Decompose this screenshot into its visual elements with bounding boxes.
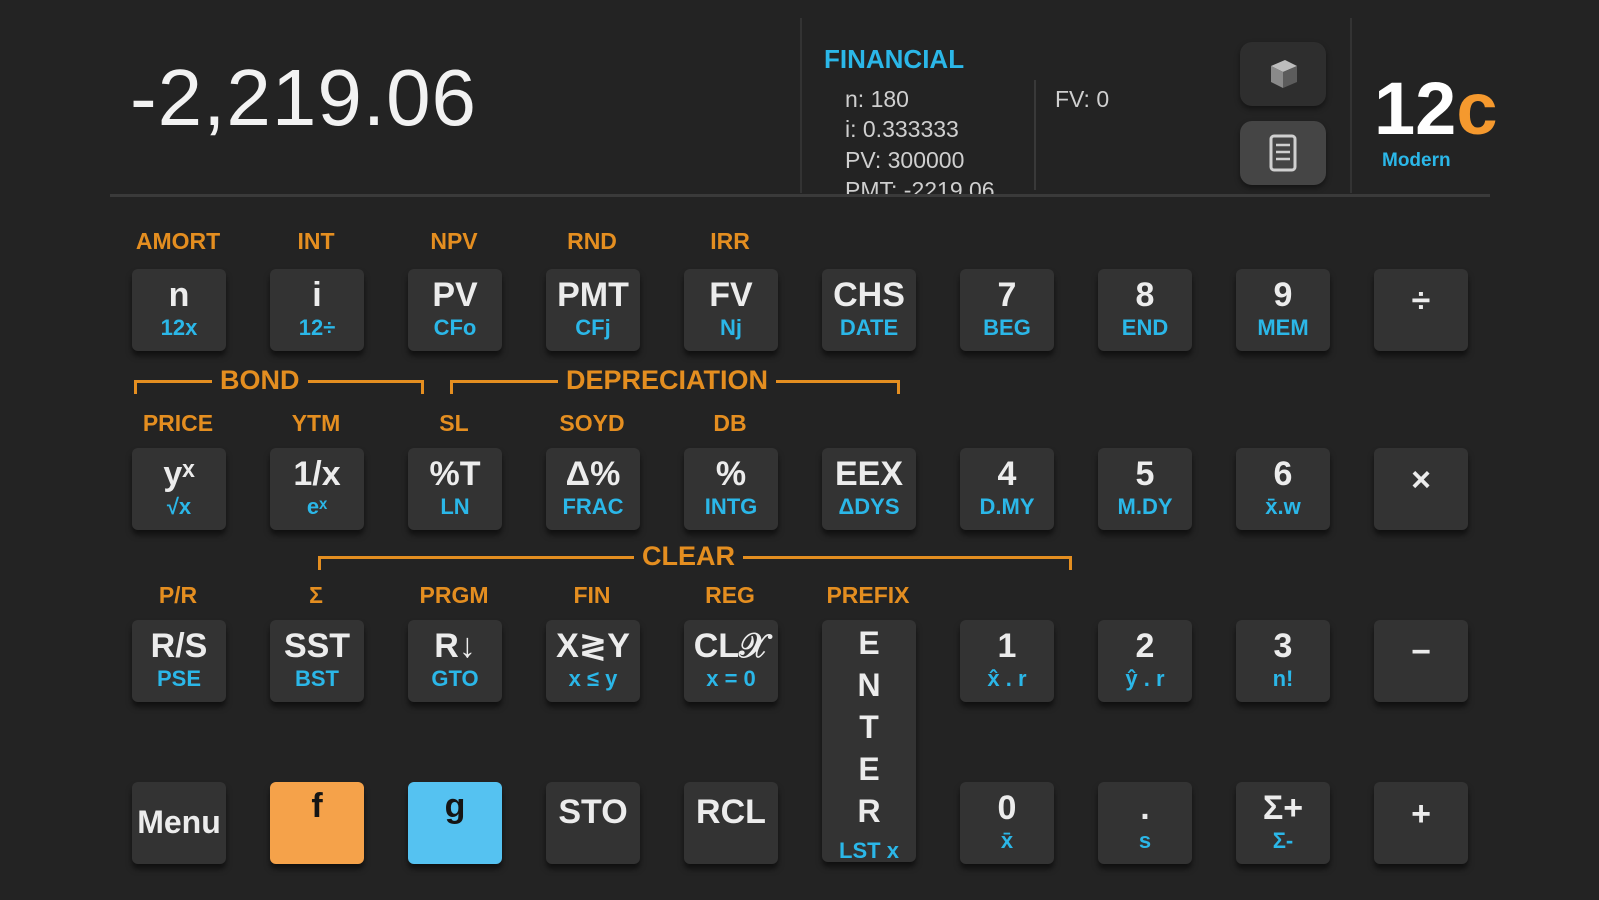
f-label-soyd: SOYD [559,410,625,436]
document-icon [1269,134,1297,172]
key-eex[interactable]: EEX ΔDYS [822,448,916,530]
app-logo-subtitle: Modern [1382,150,1451,171]
key-add[interactable]: + [1374,782,1468,864]
key-sto[interactable]: STO [546,782,640,864]
key-7[interactable]: 7 BEG [960,269,1054,351]
key-reciprocal[interactable]: 1/x eˣ [270,448,364,530]
key-rcl[interactable]: RCL [684,782,778,864]
financial-registers-title: FINANCIAL [824,44,965,74]
app-logo: 12c [1374,67,1498,150]
display-separator [800,18,802,193]
key-percent-total[interactable]: %T LN [408,448,502,530]
cube-button[interactable] [1240,42,1326,106]
logo-separator [1350,18,1352,193]
key-9[interactable]: 9 MEM [1236,269,1330,351]
key-0[interactable]: 0 x̄ [960,782,1054,864]
key-4[interactable]: 4 D.MY [960,448,1054,530]
key-clear-x[interactable]: CL𝒳 x = 0 [684,620,778,702]
f-label-reg: REG [705,582,755,608]
key-n[interactable]: n 12x [132,269,226,351]
register-i: i: 0.333333 [845,116,959,142]
key-enter[interactable]: E N T E R LST x [822,620,916,863]
register-pmt: PMT: -2219.06 [845,177,995,195]
key-8[interactable]: 8 END [1098,269,1192,351]
f-label-sigma: Σ [309,582,323,608]
key-roll-down[interactable]: R↓ GTO [408,620,502,702]
f-label-pr: P/R [158,582,198,608]
register-separator [1034,80,1036,190]
key-pmt[interactable]: PMT CFj [546,269,640,351]
register-pv: PV: 300000 [845,147,965,173]
f-label-db: DB [713,410,747,436]
key-2[interactable]: 2ŷ . r [1098,620,1192,702]
display-divider [110,194,1490,197]
f-label-prefix: PREFIX [826,582,910,608]
cube-icon [1271,60,1297,88]
key-i[interactable]: i 12÷ [270,269,364,351]
key-f-shift[interactable]: f [270,782,364,864]
f-label-amort: AMORT [135,228,221,254]
key-percent[interactable]: % INTG [684,448,778,530]
key-1[interactable]: 1 x̂ . r [960,620,1054,702]
key-3[interactable]: 3 n! [1236,620,1330,702]
key-fv[interactable]: FV Nj [684,269,778,351]
key-divide[interactable]: ÷ [1374,269,1468,351]
key-multiply[interactable]: × [1374,448,1468,530]
key-sst[interactable]: SST BST [270,620,364,702]
key-sigma-plus[interactable]: Σ+ Σ- [1236,782,1330,864]
f-label-ytm: YTM [291,410,341,436]
key-chs[interactable]: CHS DATE [822,269,916,351]
key-pv[interactable]: PV CFo [408,269,502,351]
f-label-rnd: RND [567,228,617,254]
key-x-exchange-y[interactable]: X≷Y x ≤ y [546,620,640,702]
display-value: -2,219.06 [130,53,478,142]
key-g-shift[interactable]: g [408,782,502,864]
key-delta-percent[interactable]: Δ% FRAC [546,448,640,530]
f-label-price: PRICE [142,410,214,436]
clear-bracket-title: CLEAR [634,541,743,572]
key-y-power-x[interactable]: yˣ √x [132,448,226,530]
depreciation-bracket-title: DEPRECIATION [558,365,777,396]
key-subtract[interactable]: − [1374,620,1468,702]
f-label-sl: SL [439,410,469,436]
key-run-stop[interactable]: R/S PSE [132,620,226,702]
key-6[interactable]: 6 x̄.w [1236,448,1330,530]
f-label-prgm: PRGM [419,582,489,608]
menu-button[interactable]: Menu [132,782,226,864]
f-label-npv: NPV [430,228,478,254]
key-5[interactable]: 5 M.DY [1098,448,1192,530]
register-n: n: 180 [845,86,909,112]
paper-tape-button[interactable] [1240,121,1326,185]
f-label-fin: FIN [573,582,611,608]
f-label-int: INT [297,228,335,254]
register-fv: FV: 0 [1055,86,1110,112]
key-decimal[interactable]: .s [1098,782,1192,864]
enter-label: E N T E R [857,625,881,829]
bond-bracket-title: BOND [212,365,308,396]
f-label-irr: IRR [710,228,750,254]
